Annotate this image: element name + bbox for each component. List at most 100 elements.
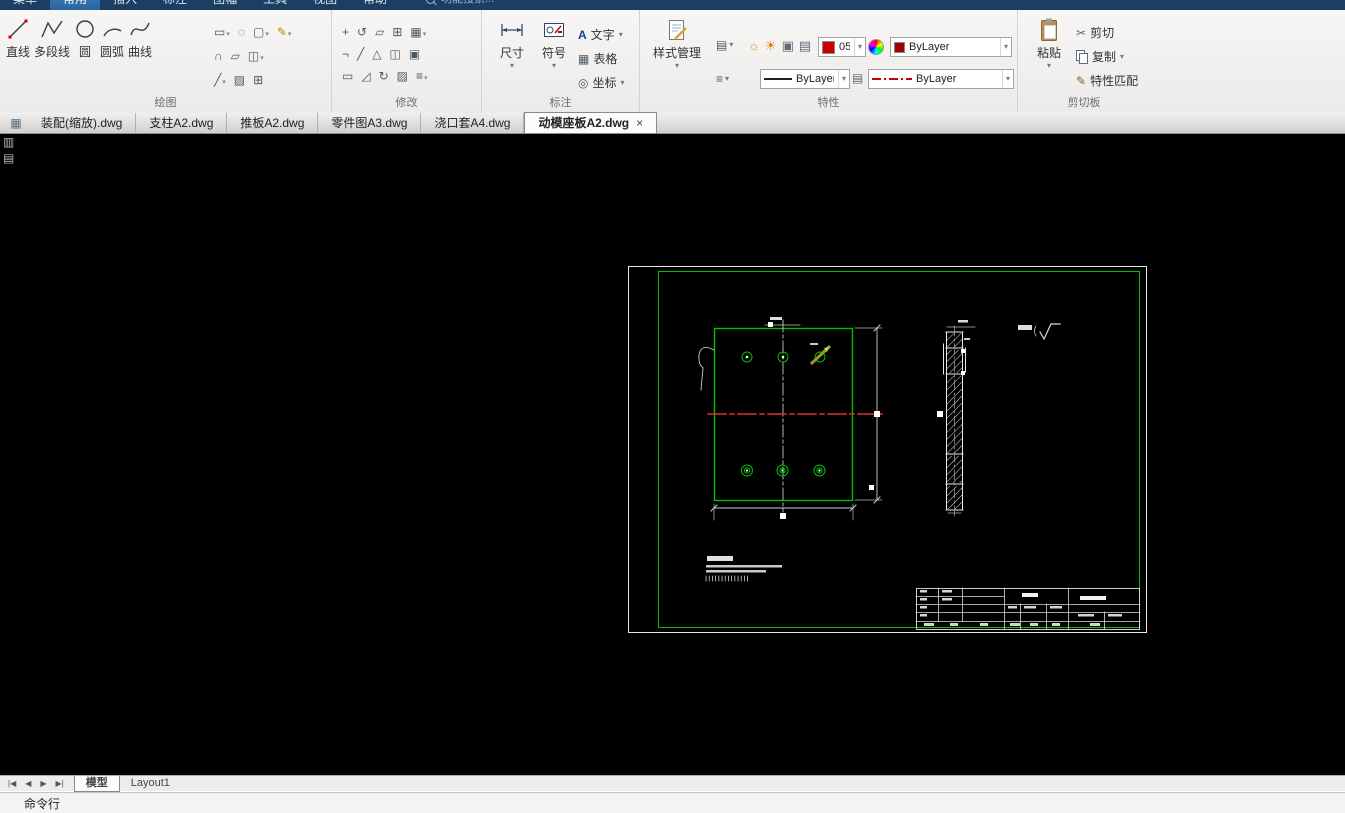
nav-prev-button[interactable]: ◀ bbox=[25, 779, 31, 788]
text-button[interactable]: A 文字 ▾ bbox=[578, 26, 623, 43]
copy-icon bbox=[1076, 50, 1088, 64]
menu-tab-home[interactable]: 常用 bbox=[50, 0, 101, 10]
line-icon bbox=[7, 16, 29, 42]
menu-tab-sheet[interactable]: 图幅 bbox=[200, 0, 250, 10]
lineweight-select[interactable]: ByLayer ▾ bbox=[868, 69, 1014, 89]
doc-tab[interactable]: 推板A2.dwg bbox=[227, 113, 319, 133]
dimension-button[interactable]: 尺寸 ▾ bbox=[494, 17, 530, 70]
nav-next-button[interactable]: ▶ bbox=[40, 779, 46, 788]
extend-tool-icon[interactable]: ▭ bbox=[342, 69, 353, 83]
dropdown-icon: ▾ bbox=[853, 38, 862, 56]
coordinate-button[interactable]: ◎ 坐标 ▾ bbox=[578, 74, 625, 91]
menu-tab-annotate[interactable]: 标注 bbox=[150, 0, 200, 10]
layer-list-button[interactable]: ≡ ▾ bbox=[716, 72, 729, 86]
menu-bar: 菜单 常用 插入 标注 图幅 工具 视图 帮助 bbox=[0, 0, 1345, 10]
explode-tool-icon[interactable]: ▨ bbox=[397, 69, 408, 83]
linetype-select[interactable]: ByLayer ▾ bbox=[760, 69, 850, 89]
mirror-tool-icon[interactable]: ▱ bbox=[375, 25, 384, 39]
chamfer-tool-icon[interactable]: ◿ bbox=[361, 69, 370, 83]
doc-tab[interactable]: 零件图A3.dwg bbox=[318, 113, 422, 133]
ellipse-tool-icon[interactable]: ▢▾ bbox=[253, 23, 269, 41]
nav-last-button[interactable]: ▶| bbox=[56, 779, 64, 788]
trim-tool-icon[interactable]: ╱ bbox=[357, 47, 364, 61]
arc-button[interactable]: 圆弧 bbox=[100, 16, 124, 60]
layer-plot-printer-icon[interactable]: ▤ bbox=[799, 38, 811, 54]
symbol-icon bbox=[542, 17, 566, 43]
circle-icon bbox=[74, 16, 96, 42]
offset-tool-icon[interactable]: ¬ bbox=[342, 47, 349, 61]
function-search-box[interactable] bbox=[426, 0, 514, 6]
menu-tab-help[interactable]: 帮助 bbox=[350, 0, 400, 10]
color-wheel-icon[interactable] bbox=[868, 39, 884, 55]
cut-button[interactable]: ✂ 剪切 bbox=[1076, 24, 1114, 41]
doc-tab[interactable]: 浇口套A4.dwg bbox=[421, 113, 525, 133]
panel-annotate: 尺寸 ▾ 符号 ▾ A 文字 ▾ ▦ 表格 ◎ 坐标 ▾ 标注 bbox=[482, 10, 640, 112]
tech-notes-line bbox=[706, 565, 782, 568]
construction-line-tool-icon[interactable]: ╱▾ bbox=[214, 71, 226, 89]
ribbon: 直线 多段线 圆 圆弧 曲线 ▭▾ ◌ ▢▾ ✎▾ ∩ ▱ ◫▾ ╱▾ ▨ ⊞ … bbox=[0, 10, 1345, 114]
layer-sheet-button[interactable]: ▤ ▾ bbox=[716, 38, 733, 52]
tab-overview-icon[interactable]: ▦ bbox=[4, 113, 28, 133]
dropdown-icon: ▾ bbox=[674, 61, 679, 70]
hatch-region-tool-icon[interactable]: ◫▾ bbox=[248, 47, 264, 65]
tab-layout1[interactable]: Layout1 bbox=[120, 776, 181, 791]
scale-tool-icon[interactable]: △ bbox=[372, 47, 381, 61]
more-modify-tool-icon[interactable]: ≡▾ bbox=[416, 67, 428, 85]
menu-app-button[interactable]: 菜单 bbox=[0, 0, 50, 10]
lineweight-icon[interactable]: ▤ bbox=[852, 71, 863, 85]
function-search-input[interactable] bbox=[439, 0, 514, 6]
dropdown-icon: ▾ bbox=[1120, 51, 1125, 61]
dropdown-icon: ▾ bbox=[509, 61, 514, 70]
point-tool-icon[interactable]: ◌ bbox=[238, 23, 245, 41]
table-button[interactable]: ▦ 表格 bbox=[578, 50, 617, 67]
doc-tab-active[interactable]: 动模座板A2.dwg × bbox=[524, 112, 658, 133]
color-select[interactable]: 05 ▾ bbox=[818, 37, 866, 57]
rotate-copy-tool-icon[interactable]: ↻ bbox=[379, 69, 389, 83]
menu-tab-tools[interactable]: 工具 bbox=[250, 0, 300, 10]
menu-tab-view[interactable]: 视图 bbox=[300, 0, 350, 10]
rectangle-tool-icon[interactable]: ▭▾ bbox=[214, 23, 230, 41]
symbol-button[interactable]: 符号 ▾ bbox=[536, 17, 572, 70]
drawing-canvas[interactable]: ▥ ▤ bbox=[0, 134, 1345, 775]
panel-annotate-label: 标注 bbox=[549, 97, 572, 109]
menu-tab-insert[interactable]: 插入 bbox=[100, 0, 150, 10]
fillet-tool-icon[interactable]: ▣ bbox=[409, 47, 420, 61]
command-line-bar[interactable]: 命令行 bbox=[0, 792, 1345, 813]
polyline-button[interactable]: 多段线 bbox=[34, 16, 70, 60]
erase-tool-icon[interactable]: ▦▾ bbox=[410, 23, 426, 41]
layer-freeze-sun-icon[interactable]: ☀ bbox=[765, 38, 777, 54]
grid-tool-icon[interactable]: ⊞ bbox=[253, 71, 263, 89]
move-tool-icon[interactable]: + bbox=[342, 25, 349, 39]
hatch-tool-icon[interactable]: ▨ bbox=[234, 71, 245, 89]
search-icon bbox=[426, 0, 436, 4]
line-button[interactable]: 直线 bbox=[6, 16, 30, 60]
polygon-tool-icon[interactable]: ▱ bbox=[231, 47, 240, 65]
tech-notes-ticks bbox=[705, 575, 748, 582]
close-icon[interactable]: × bbox=[636, 117, 643, 129]
dashdot-preview bbox=[872, 78, 912, 80]
dropdown-icon: ▾ bbox=[1001, 70, 1010, 88]
copy-button[interactable]: 复制 ▾ bbox=[1076, 48, 1124, 65]
coordinate-icon: ◎ bbox=[578, 75, 589, 90]
array-tool-icon[interactable]: ⊞ bbox=[392, 25, 402, 39]
nav-first-button[interactable]: |◀ bbox=[8, 779, 16, 788]
paste-button[interactable]: 粘贴 ▾ bbox=[1028, 17, 1070, 70]
layer-lock-icon[interactable]: ▣ bbox=[782, 38, 794, 54]
match-properties-button[interactable]: ✎ 特性匹配 bbox=[1076, 72, 1138, 89]
style-manager-button[interactable]: 样式管理 ▾ bbox=[650, 17, 704, 70]
doc-tab[interactable]: 支柱A2.dwg bbox=[136, 113, 228, 133]
layer-select[interactable]: ByLayer ▾ bbox=[890, 37, 1012, 57]
stretch-tool-icon[interactable]: ◫ bbox=[389, 47, 400, 61]
circle-button[interactable]: 圆 bbox=[74, 16, 96, 60]
spline-button[interactable]: 曲线 bbox=[128, 16, 152, 60]
tech-notes-line bbox=[706, 570, 766, 573]
rotate-tool-icon[interactable]: ↺ bbox=[357, 25, 367, 39]
panel-modify: + ↺ ▱ ⊞ ▦▾ ¬ ╱ △ ◫ ▣ ▭ ◿ ↻ ▨ ≡▾ 修改 bbox=[332, 10, 482, 112]
doc-tab[interactable]: 装配(缩放).dwg bbox=[28, 113, 137, 133]
viewport-tool-icon[interactable]: ▥ bbox=[3, 136, 14, 149]
sketch-tool-icon[interactable]: ✎▾ bbox=[277, 23, 292, 41]
arc-tool-icon[interactable]: ∩ bbox=[214, 47, 223, 65]
tab-model[interactable]: 模型 bbox=[73, 775, 120, 792]
layer-on-bulb-icon[interactable]: ☼ bbox=[748, 38, 760, 54]
sheet-tool-icon[interactable]: ▤ bbox=[3, 152, 14, 165]
